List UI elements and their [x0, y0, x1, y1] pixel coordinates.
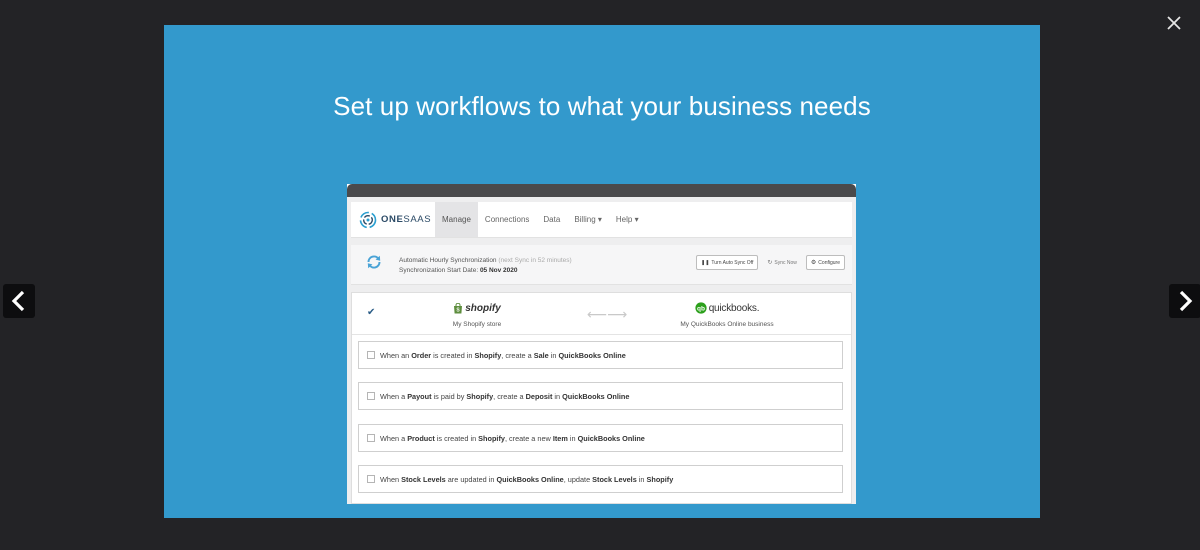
workflow-rule-stock-levels[interactable]: When Stock Levels are updated in QuickBo…: [358, 465, 843, 493]
shopify-source: S shopify My Shopify store: [432, 299, 522, 328]
gear-icon: ⚙: [810, 260, 817, 266]
rule-text: When a Payout is paid by Shopify, create…: [380, 391, 630, 401]
workflow-rule-product[interactable]: When a Product is created in Shopify, cr…: [358, 424, 843, 452]
svg-text:qb: qb: [697, 305, 705, 312]
onesaas-logo-icon: [359, 211, 377, 228]
lightbox-slide: Set up workflows to what your business n…: [164, 25, 1040, 518]
close-icon: [1167, 16, 1181, 30]
nav-manage[interactable]: Manage: [435, 202, 478, 237]
quickbooks-logo: qb quickbooks.: [662, 299, 792, 317]
refresh-icon: ↻: [767, 260, 773, 266]
app-screenshot: ONESAAS Manage Connections Data Billing …: [347, 184, 856, 504]
configure-button[interactable]: ⚙ Configure: [805, 255, 845, 270]
nav-data[interactable]: Data: [536, 202, 567, 237]
chevron-left-icon: [11, 290, 25, 312]
nav-help[interactable]: Help ▾: [609, 202, 646, 237]
sync-direction-arrows-icon: ⟵⟶: [587, 306, 628, 322]
rule-text: When Stock Levels are updated in QuickBo…: [380, 474, 674, 484]
nav-billing[interactable]: Billing ▾: [567, 202, 609, 237]
shopify-logo: S shopify: [432, 299, 522, 317]
sync-start-date: Synchronization Start Date: 05 Nov 2020: [399, 267, 518, 274]
next-slide-button[interactable]: [1169, 284, 1200, 318]
rule-text: When a Product is created in Shopify, cr…: [380, 433, 645, 443]
checkmark-icon: ✔: [367, 307, 376, 318]
rule-checkbox[interactable]: [367, 434, 375, 442]
chevron-right-icon: [1179, 290, 1193, 312]
onesaas-logo: ONESAAS: [351, 202, 435, 237]
app-navbar: ONESAAS Manage Connections Data Billing …: [351, 202, 852, 238]
window-titlebar: [347, 184, 856, 197]
slide-title: Set up workflows to what your business n…: [333, 91, 871, 121]
sync-icon: [367, 255, 381, 269]
sync-schedule-text: Automatic Hourly Synchronization (next S…: [399, 257, 572, 264]
rule-checkbox[interactable]: [367, 475, 375, 483]
quickbooks-target: qb quickbooks. My QuickBooks Online busi…: [662, 299, 792, 328]
rule-text: When an Order is created in Shopify, cre…: [380, 350, 626, 360]
workflow-rule-payout[interactable]: When a Payout is paid by Shopify, create…: [358, 382, 843, 410]
rule-checkbox[interactable]: [367, 351, 375, 359]
pause-icon: ❚❚: [701, 259, 710, 266]
connector-header: ✔ S shopify My Shopify store ⟵⟶ qb quick…: [352, 293, 851, 335]
quickbooks-icon: qb: [695, 302, 707, 314]
rule-checkbox[interactable]: [367, 392, 375, 400]
app-body: ONESAAS Manage Connections Data Billing …: [347, 197, 856, 504]
sync-actions: ❚❚ Turn Auto Sync Off ↻ Sync Now ⚙ Confi…: [696, 255, 845, 270]
previous-slide-button[interactable]: [3, 284, 35, 318]
shopify-caption: My Shopify store: [452, 321, 502, 328]
connector-panel: ✔ S shopify My Shopify store ⟵⟶ qb quick…: [351, 292, 852, 504]
workflow-rule-order[interactable]: When an Order is created in Shopify, cre…: [358, 341, 843, 369]
nav-connections[interactable]: Connections: [478, 202, 536, 237]
sync-now-button[interactable]: ↻ Sync Now: [762, 255, 802, 270]
logo-text: ONESAAS: [381, 214, 432, 225]
turn-auto-sync-off-button[interactable]: ❚❚ Turn Auto Sync Off: [696, 255, 759, 270]
quickbooks-caption: My QuickBooks Online business: [680, 321, 774, 328]
sync-status-bar: Automatic Hourly Synchronization (next S…: [351, 245, 852, 285]
close-button[interactable]: [1163, 12, 1185, 34]
shopping-bag-icon: S: [454, 302, 463, 313]
